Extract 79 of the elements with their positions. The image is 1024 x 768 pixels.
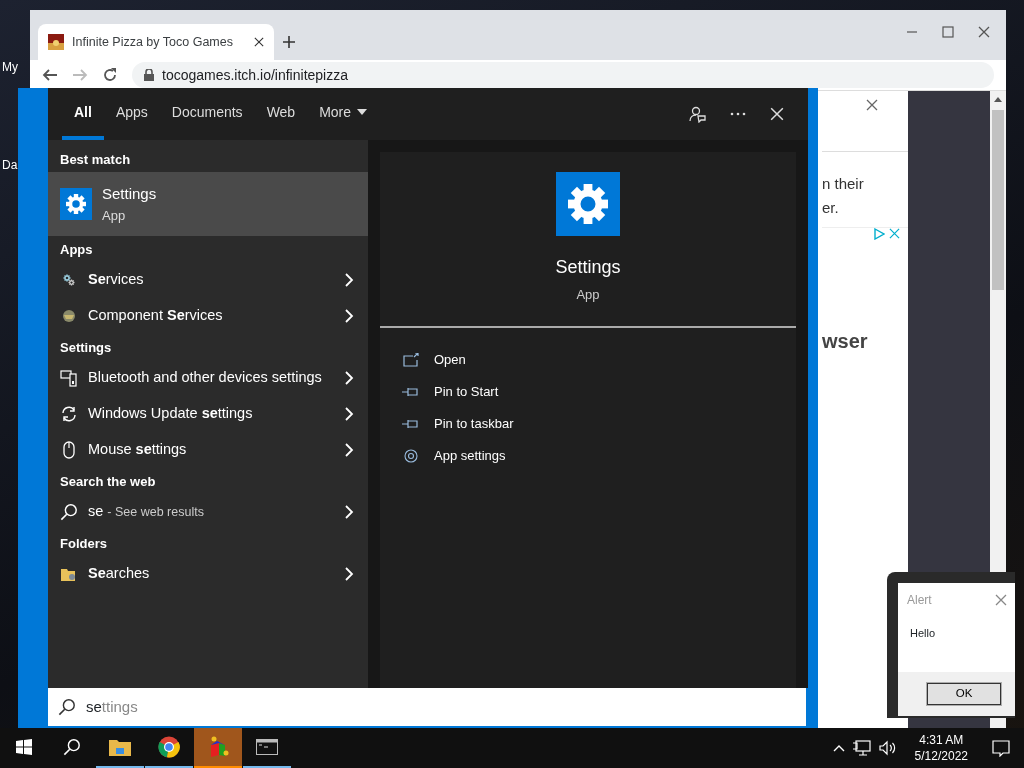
- game-favicon: [48, 34, 64, 50]
- sync-icon: [60, 405, 78, 423]
- section-heading: Search the web: [59, 473, 157, 491]
- caret-down-icon: [357, 109, 368, 115]
- filter-tab[interactable]: Web: [254, 88, 308, 140]
- page-text: er.: [822, 198, 840, 218]
- browser-tab[interactable]: Infinite Pizza by Toco Games: [38, 24, 274, 60]
- app-title: Settings: [555, 256, 621, 279]
- address-bar[interactable]: tocogames.itch.io/infinitepizza: [132, 62, 994, 88]
- page-text: n their: [822, 174, 865, 194]
- close-icon[interactable]: [978, 26, 990, 38]
- filter-tab[interactable]: More: [307, 88, 380, 140]
- clock[interactable]: 4:31 AM 5/12/2022: [904, 731, 978, 765]
- action-item[interactable]: Open: [380, 344, 796, 376]
- mouse-icon: [62, 441, 76, 459]
- windows-logo-icon: [16, 739, 32, 755]
- action-item[interactable]: App settings: [380, 440, 796, 472]
- ok-button[interactable]: OK: [927, 683, 1001, 705]
- search-field[interactable]: settings: [48, 688, 806, 726]
- search-result[interactable]: Windows Update settings: [48, 396, 368, 432]
- pin-icon: [402, 386, 420, 398]
- pin-icon: [402, 418, 420, 430]
- chevron-right-icon: [344, 309, 354, 323]
- section-heading: Folders: [59, 535, 108, 553]
- search-result[interactable]: Bluetooth and other devices settings: [48, 360, 368, 396]
- gears-icon: [63, 274, 75, 286]
- open-window-icon: [403, 353, 419, 367]
- chevron-right-icon: [344, 407, 354, 421]
- action-item[interactable]: Pin to Start: [380, 376, 796, 408]
- back-arrow-icon[interactable]: [42, 67, 58, 83]
- url-text: tocogames.itch.io/infinitepizza: [162, 65, 348, 85]
- search-result[interactable]: Services: [48, 262, 368, 298]
- page-heading: wser: [822, 329, 869, 354]
- search-result[interactable]: Settings App: [48, 172, 368, 236]
- search-icon: [60, 503, 78, 521]
- chevron-right-icon: [344, 371, 354, 385]
- tab-title: Infinite Pizza by Toco Games: [72, 33, 234, 51]
- ad-choices-icon[interactable]: [873, 228, 885, 240]
- section-heading: Apps: [59, 241, 94, 259]
- search-icon: [58, 698, 76, 716]
- maximize-icon[interactable]: [942, 26, 954, 38]
- chevron-right-icon: [344, 273, 354, 287]
- close-ad-icon[interactable]: [889, 228, 900, 239]
- filter-tab[interactable]: Apps: [103, 88, 160, 140]
- filter-tab[interactable]: Documents: [159, 88, 255, 140]
- search-result[interactable]: Mouse settings: [48, 432, 368, 468]
- search-result[interactable]: Searches: [48, 556, 368, 592]
- chevron-right-icon: [344, 443, 354, 457]
- folder-icon: [109, 738, 131, 756]
- scroll-up-icon[interactable]: [994, 97, 1002, 102]
- section-heading: Best match: [59, 151, 132, 169]
- chevron-right-icon: [344, 567, 354, 581]
- reload-icon[interactable]: [102, 67, 118, 83]
- browser-icon: [158, 736, 180, 758]
- desktop-icon-label[interactable]: Da: [2, 156, 18, 174]
- search-result[interactable]: se - See web results: [48, 494, 368, 530]
- folder-icon: [61, 567, 77, 581]
- network-icon[interactable]: [852, 740, 871, 756]
- action-item[interactable]: Pin to taskbar: [380, 408, 796, 440]
- desktop-icon-label[interactable]: My: [2, 58, 18, 76]
- notification-icon[interactable]: [992, 739, 1010, 757]
- terminal-icon: [256, 739, 278, 755]
- close-tab-icon[interactable]: [254, 37, 264, 47]
- chevron-right-icon: [344, 505, 354, 519]
- close-icon[interactable]: [866, 99, 878, 111]
- more-options-icon[interactable]: [730, 112, 746, 116]
- dialog-title: Alert: [907, 592, 932, 609]
- chevron-up-icon[interactable]: [832, 744, 845, 752]
- lock-icon: [144, 69, 154, 81]
- app-type: App: [576, 286, 600, 304]
- feedback-icon[interactable]: [688, 105, 706, 123]
- dialog-message: Hello: [909, 626, 937, 641]
- search-result[interactable]: Component Services: [48, 298, 368, 334]
- scroll-thumb[interactable]: [992, 110, 1004, 290]
- new-tab-icon[interactable]: [282, 35, 296, 49]
- search-icon: [63, 738, 81, 756]
- volume-icon[interactable]: [878, 740, 897, 756]
- section-heading: Settings: [59, 339, 113, 357]
- keyboard-device-icon: [60, 369, 78, 387]
